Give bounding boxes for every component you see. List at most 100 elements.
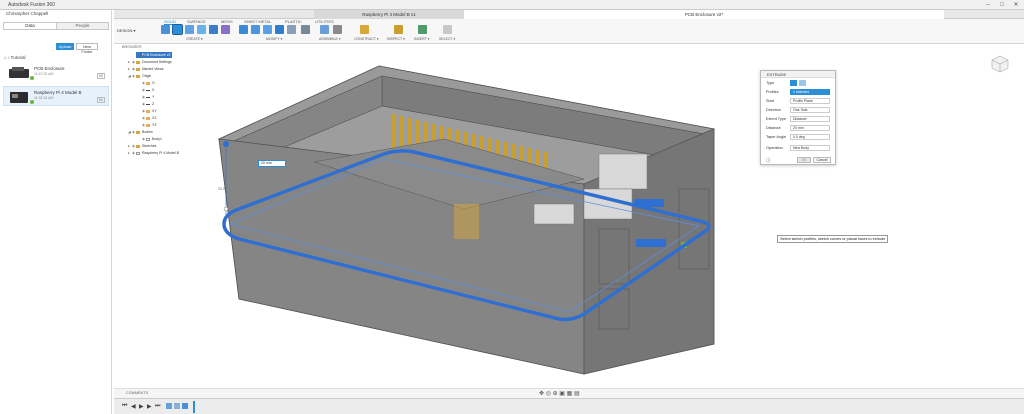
browser-item[interactable]: ◉ XY xyxy=(142,108,157,114)
browser-item[interactable]: ▸ ◉ Sketches xyxy=(128,143,156,149)
comments-bar: COMMENTS ✥ ◎ ⊕ ▣ ▦ ▤ xyxy=(114,388,1024,398)
start-select[interactable]: Profile Plane xyxy=(790,98,830,104)
info-icon[interactable]: ⓘ xyxy=(766,157,771,164)
browser-item[interactable]: ◉ Body1 xyxy=(142,136,162,142)
hole-icon[interactable] xyxy=(209,25,218,34)
new-folder-button[interactable]: New Folder xyxy=(76,43,98,54)
taper-angle-label: Taper Angle xyxy=(766,135,787,139)
direction-select[interactable]: One Side xyxy=(790,107,830,113)
browser-item[interactable]: ◢◉ Bodies xyxy=(128,129,153,135)
type-thin-icon[interactable] xyxy=(799,80,806,86)
tooltip: Select sketch profiles, sketch curves or… xyxy=(777,235,889,243)
browser-item[interactable]: ◉ Y xyxy=(142,94,154,100)
chamfer-icon[interactable] xyxy=(263,25,272,34)
joint-icon[interactable] xyxy=(333,25,342,34)
insert-image-icon[interactable] xyxy=(418,25,427,34)
sweep-icon[interactable] xyxy=(197,25,206,34)
timeline-feature-icon[interactable] xyxy=(166,403,172,409)
navigation-tools-icon[interactable]: ✥ ◎ ⊕ ▣ ▦ ▤ xyxy=(539,390,580,397)
new-component-assemble-icon[interactable] xyxy=(320,25,329,34)
timeline-feature-icon[interactable] xyxy=(174,403,180,409)
type-label: Type xyxy=(766,81,775,85)
browser-item[interactable]: ◉ O xyxy=(142,80,155,86)
offset-plane-icon[interactable] xyxy=(360,25,369,34)
timeline-feature-icon[interactable] xyxy=(182,403,188,409)
workspace-switcher[interactable]: DESIGN ▾ xyxy=(117,26,141,36)
timeline-marker[interactable] xyxy=(193,401,195,413)
file-thumbnail xyxy=(9,67,29,78)
modify-menu[interactable]: MODIFY ▾ xyxy=(266,37,282,41)
first-step-icon[interactable]: ⏮ xyxy=(122,403,127,410)
ok-button[interactable]: OK xyxy=(797,157,811,163)
cancel-button[interactable]: Cancel xyxy=(813,157,831,163)
browser-item-root[interactable]: ◢PCB Enclosure v2 xyxy=(136,52,173,58)
tab-plastic[interactable]: PLASTIC xyxy=(285,19,302,24)
app-title: Autodesk Fusion 360 xyxy=(8,2,55,8)
title-bar: Autodesk Fusion 360 – □ ✕ xyxy=(0,0,1024,10)
document-tab-bar: Raspberry Pi 4 Model B v1 PCB Enclosure … xyxy=(114,10,1024,19)
measure-icon[interactable] xyxy=(394,25,403,34)
tab-people[interactable]: People xyxy=(56,23,108,29)
combine-icon[interactable] xyxy=(287,25,296,34)
sync-status-icon xyxy=(30,76,34,80)
list-item-pcb-enclosure[interactable]: PCB Enclosure 11:47:20 AM V2 xyxy=(3,62,109,82)
tab-data[interactable]: Data xyxy=(4,23,56,29)
select-menu[interactable]: SELECT ▾ xyxy=(439,37,455,41)
upload-button[interactable]: Upload xyxy=(56,43,74,50)
browser-item[interactable]: ◉ Z xyxy=(142,101,154,107)
new-component-icon[interactable] xyxy=(161,25,170,34)
close-button[interactable]: ✕ xyxy=(1010,1,1022,9)
press-pull-icon[interactable] xyxy=(239,25,248,34)
assemble-menu[interactable]: ASSEMBLE ▾ xyxy=(319,37,341,41)
taper-angle-field[interactable]: 0.0 deg xyxy=(790,134,830,140)
profiles-selector[interactable]: 1 selected xyxy=(790,89,830,95)
tab-pcb-enclosure[interactable]: PCB Enclosure v2* xyxy=(464,10,944,19)
maximize-button[interactable]: □ xyxy=(996,1,1008,9)
browser-item[interactable]: ▸ ◉ Raspberry Pi 4 Model B xyxy=(128,150,179,156)
tab-surface[interactable]: SURFACE xyxy=(187,19,206,24)
plane-icon xyxy=(146,109,150,113)
type-solid-icon[interactable] xyxy=(790,80,797,86)
enclosure-model[interactable] xyxy=(114,44,1024,399)
minimize-button[interactable]: – xyxy=(982,1,994,9)
create-menu[interactable]: CREATE ▾ xyxy=(186,37,203,41)
extrude-icon[interactable] xyxy=(172,24,183,35)
play-icon[interactable]: ▶ xyxy=(139,403,144,410)
viewport[interactable] xyxy=(114,44,1024,399)
home-icon: ⌂ › xyxy=(4,55,11,60)
viewcube-icon[interactable] xyxy=(988,52,1012,76)
tab-mesh[interactable]: MESH xyxy=(221,19,233,24)
list-item-raspberry-pi[interactable]: Raspberry Pi 4 Model B 11:32:31 AM V1 xyxy=(3,86,109,106)
next-step-icon[interactable]: ▶ xyxy=(147,403,152,410)
last-step-icon[interactable]: ⏭ xyxy=(155,403,160,410)
insert-menu[interactable]: INSERT ▾ xyxy=(414,37,429,41)
browser-item[interactable]: ◢◉ Origin xyxy=(128,73,151,79)
tab-raspberry-pi[interactable]: Raspberry Pi 4 Model B v1 xyxy=(314,10,464,19)
browser-item[interactable]: ▸ ◉ Document Settings xyxy=(128,59,172,65)
distance-input[interactable]: 20 mm xyxy=(258,160,286,167)
browser-panel: BROWSER ◢PCB Enclosure v2 ▸ ◉ Document Set… xyxy=(118,44,208,164)
browser-item[interactable]: ◉ XZ xyxy=(142,115,156,121)
fillet-icon[interactable] xyxy=(251,25,260,34)
comments-label[interactable]: COMMENTS xyxy=(126,391,148,395)
select-icon[interactable] xyxy=(443,25,452,34)
browser-item[interactable]: ◉ YZ xyxy=(142,122,156,128)
body-icon xyxy=(146,137,150,141)
distance-field[interactable]: 20 mm xyxy=(790,125,830,131)
construct-menu[interactable]: CONSTRUCT ▾ xyxy=(354,37,379,41)
revolve-icon[interactable] xyxy=(185,25,194,34)
tab-utilities[interactable]: UTILITIES xyxy=(315,19,334,24)
shell-icon[interactable] xyxy=(275,25,284,34)
browser-item[interactable]: ▸ ◉ Named Views xyxy=(128,66,164,72)
pattern-icon[interactable] xyxy=(221,25,230,34)
previous-step-icon[interactable]: ◀ xyxy=(131,403,136,410)
timeline: ⏮ ◀ ▶ ▶ ⏭ xyxy=(114,398,1024,414)
tab-sheet-metal[interactable]: SHEET METAL xyxy=(244,19,271,24)
browser-item[interactable]: ◉ X xyxy=(142,87,154,93)
inspect-menu[interactable]: INSPECT ▾ xyxy=(387,37,405,41)
move-icon[interactable] xyxy=(301,25,310,34)
breadcrumb[interactable]: ⌂ › Tutorial xyxy=(4,55,25,60)
extent-type-select[interactable]: Distance xyxy=(790,116,830,122)
operation-select[interactable]: New Body xyxy=(790,145,830,151)
user-row[interactable]: Christopher Chappell xyxy=(4,11,108,18)
